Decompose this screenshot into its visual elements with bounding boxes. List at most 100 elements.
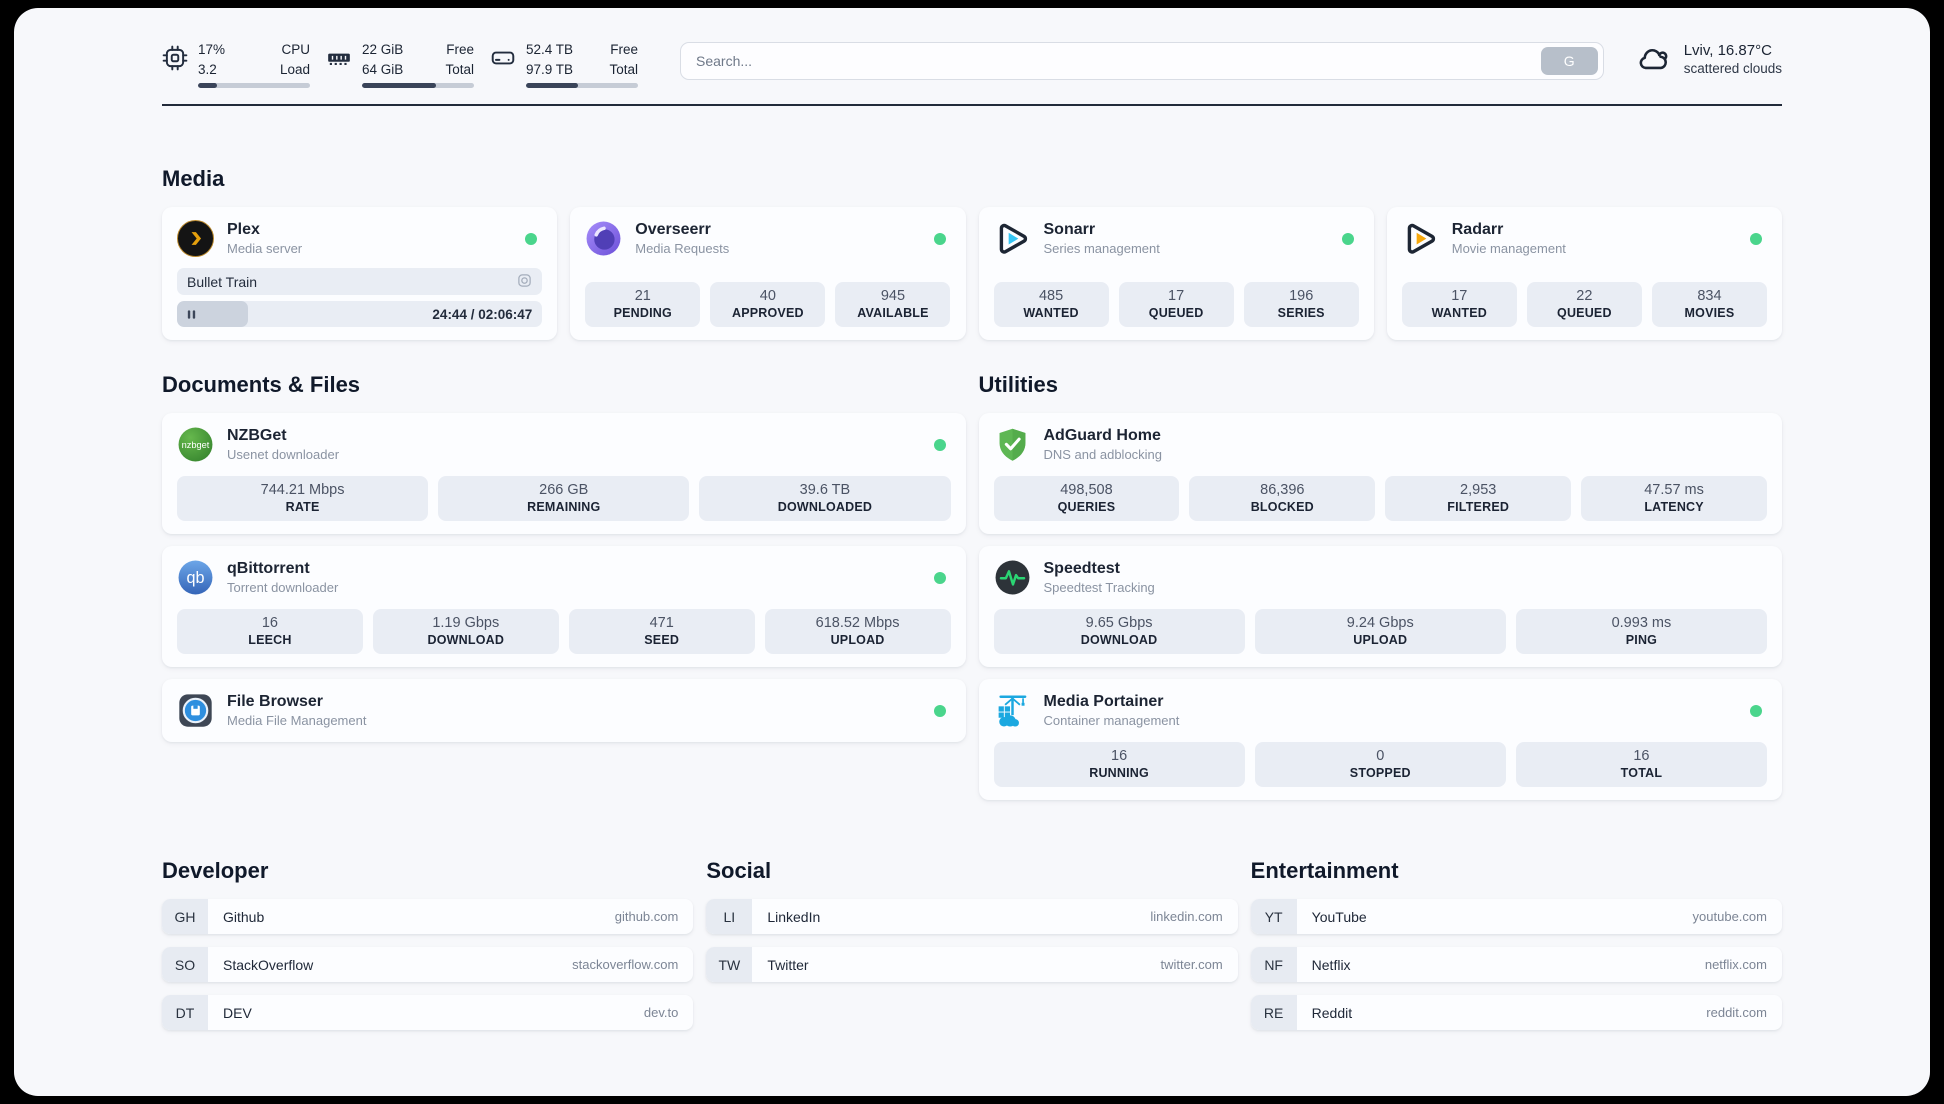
stat-tile: 21 PENDING [585, 282, 701, 328]
stat-tile: 1.19 Gbps DOWNLOAD [372, 609, 559, 655]
stat-tile: 47.57 ms LATENCY [1581, 476, 1767, 522]
app-card-adguard[interactable]: AdGuard Home DNS and adblocking 498,508 … [978, 413, 1782, 535]
app-card-radarr[interactable]: Radarr Movie management 17 WANTED 22 QUE… [1386, 207, 1782, 341]
section-title-entertainment: Entertainment [1250, 858, 1399, 884]
app-name: Radarr [1451, 221, 1504, 239]
overseerr-icon [585, 220, 622, 257]
bookmark-name: LinkedIn [767, 908, 821, 925]
bookmark-linkedin[interactable]: LI LinkedIn linkedin.com [706, 899, 1238, 935]
app-card-portainer[interactable]: Media Portainer Container management 16 … [978, 679, 1782, 801]
stat-tile: 834 MOVIES [1651, 282, 1767, 328]
pause-icon[interactable] [186, 301, 197, 327]
weather-widget: Lviv, 16.87°C scattered clouds [1634, 42, 1782, 76]
section-title-media: Media [162, 166, 225, 192]
stat-tile: 16 LEECH [177, 609, 363, 655]
stat-tile: 945 AVAILABLE [835, 282, 951, 328]
bookmark-url: netflix.com [1704, 957, 1767, 973]
playback-time: 24:44 / 02:06:47 [432, 306, 533, 322]
bookmark-netflix[interactable]: NF Netflix netflix.com [1250, 947, 1782, 983]
disk-free-value: 52.4 TB [526, 42, 574, 57]
app-card-speedtest[interactable]: Speedtest Speedtest Tracking 9.65 Gbps D… [978, 546, 1782, 668]
filebrowser-icon [177, 692, 214, 729]
app-name: Speedtest [1043, 560, 1120, 578]
playback-progress-row: 24:44 / 02:06:47 [177, 301, 543, 328]
bookmark-url: dev.to [643, 1005, 679, 1021]
weather-location-temp: Lviv, 16.87°C [1683, 42, 1772, 59]
header-divider [162, 104, 1782, 107]
bookmark-reddit[interactable]: RE Reddit reddit.com [1250, 995, 1782, 1031]
section-title-developer: Developer [162, 858, 269, 884]
portainer-icon [994, 692, 1031, 729]
ram-icon [326, 45, 352, 71]
bookmark-name: YouTube [1311, 908, 1367, 925]
bookmark-github[interactable]: GH Github github.com [162, 899, 694, 935]
bookmark-name: Reddit [1311, 1004, 1353, 1021]
stat-tile: 471 SEED [568, 609, 755, 655]
sonarr-icon [994, 220, 1031, 257]
stat-tile: 2,953 FILTERED [1385, 476, 1572, 522]
memory-total-value: 64 GiB [362, 61, 404, 77]
search-engine-button[interactable]: G [1540, 47, 1598, 75]
svg-text:nzbget: nzbget [182, 440, 210, 450]
app-name: File Browser [227, 693, 324, 711]
nzbget-icon: nzbget [177, 426, 214, 463]
bookmark-name: Twitter [767, 956, 809, 973]
disk-progress-bar [526, 83, 638, 89]
now-playing-row: Bullet Train [177, 268, 543, 296]
stat-tile: 22 QUEUED [1526, 282, 1642, 328]
cpu-progress-bar [198, 83, 310, 89]
app-name: Sonarr [1043, 221, 1096, 239]
bookmark-abbr: YT [1250, 899, 1297, 935]
bookmark-url: stackoverflow.com [572, 957, 679, 973]
app-card-overseerr[interactable]: Overseerr Media Requests 21 PENDING 40 A… [570, 207, 966, 341]
stat-tile: 9.65 Gbps DOWNLOAD [993, 609, 1245, 655]
status-dot [1750, 704, 1762, 717]
status-dot [933, 438, 946, 451]
cloud-icon [1634, 42, 1672, 76]
bookmark-name: DEV [223, 1004, 252, 1021]
stat-tile: 485 WANTED [993, 282, 1109, 328]
bookmark-youtube[interactable]: YT YouTube youtube.com [1250, 899, 1782, 935]
cpu-chip-icon [162, 45, 188, 71]
bookmark-twitter[interactable]: TW Twitter twitter.com [706, 947, 1238, 983]
bookmark-stackoverflow[interactable]: SO StackOverflow stackoverflow.com [162, 947, 694, 983]
stat-tile: 16 TOTAL [1515, 742, 1768, 788]
app-card-filebrowser[interactable]: File Browser Media File Management [162, 679, 966, 743]
disk-label-1: Free [610, 42, 638, 57]
bookmark-url: reddit.com [1706, 1005, 1767, 1021]
app-name: qBittorrent [227, 560, 310, 578]
bookmark-name: Netflix [1311, 956, 1351, 973]
stat-tile: 40 APPROVED [710, 282, 826, 328]
app-name: Plex [227, 221, 260, 239]
bookmark-abbr: LI [706, 899, 753, 935]
bookmark-dev[interactable]: DT DEV dev.to [162, 995, 694, 1031]
plex-icon [177, 220, 214, 258]
bookmark-name: StackOverflow [223, 956, 314, 973]
bookmark-abbr: TW [706, 947, 753, 983]
search-input[interactable] [681, 53, 1541, 69]
app-card-plex[interactable]: Plex Media server Bullet Train 24:44 / 0… [162, 207, 558, 341]
bookmark-abbr: DT [162, 995, 208, 1031]
status-dot [933, 571, 946, 584]
disk-total-value: 97.9 TB [526, 61, 574, 77]
top-bar: 17% 3.2 CPU Load 22 GiB 64 GiB Free Tota… [162, 8, 1782, 89]
bookmark-url: youtube.com [1692, 909, 1767, 925]
app-card-qbittorrent[interactable]: qb qBittorrent Torrent downloader 16 LEE… [162, 546, 966, 668]
radarr-icon [1402, 220, 1439, 257]
cpu-label-1: CPU [281, 42, 310, 57]
app-description: Speedtest Tracking [1043, 580, 1155, 596]
app-card-nzbget[interactable]: nzbget NZBGet Usenet downloader 744.21 M… [162, 413, 966, 535]
bookmark-abbr: SO [162, 947, 208, 983]
now-playing-media-icon [517, 273, 532, 291]
bookmark-abbr: RE [1250, 995, 1297, 1031]
status-dot [1750, 232, 1762, 245]
stat-tile: 0.993 ms PING [1515, 609, 1768, 655]
app-name: NZBGet [227, 427, 287, 445]
status-dot [525, 232, 538, 245]
app-card-sonarr[interactable]: Sonarr Series management 485 WANTED 17 Q… [978, 207, 1374, 341]
stat-tile: 0 STOPPED [1254, 742, 1506, 788]
section-title-utilities: Utilities [978, 372, 1058, 398]
bookmark-url: twitter.com [1160, 957, 1223, 973]
app-description: DNS and adblocking [1043, 447, 1163, 463]
app-description: Media Requests [635, 241, 730, 257]
